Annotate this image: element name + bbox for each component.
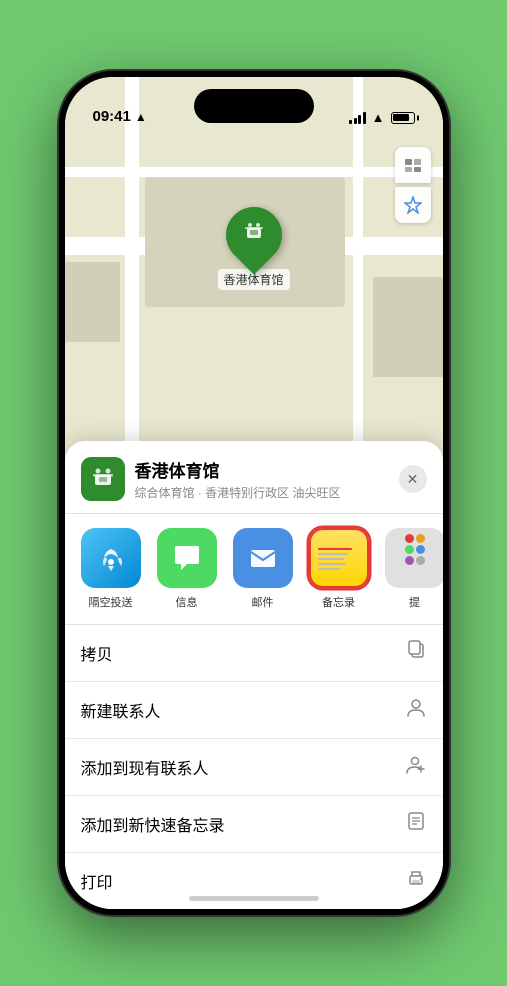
share-notes[interactable]: 备忘录: [309, 528, 369, 610]
venue-info: 香港体育馆 综合体育馆 · 香港特别行政区 油尖旺区: [135, 457, 399, 501]
person-icon: [405, 696, 427, 724]
map-block3: [373, 277, 443, 377]
location-pin: 香港体育馆: [217, 207, 289, 290]
more-icon: [385, 528, 443, 588]
close-button[interactable]: ✕: [399, 465, 427, 493]
action-add-notes-label: 添加到新快速备忘录: [81, 812, 225, 836]
action-print-label: 打印: [81, 869, 113, 893]
message-label: 信息: [176, 594, 198, 610]
airdrop-icon: [81, 528, 141, 588]
share-airdrop[interactable]: 隔空投送: [81, 528, 141, 610]
map-road-h2: [65, 167, 443, 177]
action-new-contact-label: 新建联系人: [81, 698, 161, 722]
more-label: 提: [409, 594, 420, 610]
location-indicator: ▲: [135, 110, 147, 124]
share-more[interactable]: 提: [385, 528, 443, 610]
signal-bars: [349, 112, 366, 124]
map-road-v2: [353, 77, 363, 497]
pin-inner: [239, 218, 267, 252]
wifi-icon: ▲: [372, 110, 385, 125]
notes-label: 备忘录: [322, 594, 355, 610]
venue-subtitle: 综合体育馆 · 香港特别行政区 油尖旺区: [135, 484, 399, 501]
map-area[interactable]: 南口: [65, 77, 443, 497]
person-add-icon: [405, 753, 427, 781]
venue-header: 香港体育馆 综合体育馆 · 香港特别行政区 油尖旺区 ✕: [65, 457, 443, 514]
home-indicator: [189, 896, 319, 901]
share-message[interactable]: 信息: [157, 528, 217, 610]
map-block2: [65, 262, 120, 342]
phone-screen: 09:41 ▲ ▲ 南口: [65, 77, 443, 909]
location-button[interactable]: [395, 187, 431, 223]
print-icon: [405, 867, 427, 895]
action-add-notes[interactable]: 添加到新快速备忘录: [65, 796, 443, 853]
message-icon: [157, 528, 217, 588]
action-add-existing-label: 添加到现有联系人: [81, 755, 209, 779]
map-road-v1: [125, 77, 139, 497]
copy-icon: [405, 639, 427, 667]
pin-circle: [214, 195, 293, 274]
venue-name: 香港体育馆: [135, 457, 399, 482]
status-time: 09:41: [93, 108, 131, 125]
share-row: 隔空投送 信息: [65, 514, 443, 625]
battery-icon: [391, 112, 415, 124]
action-new-contact[interactable]: 新建联系人: [65, 682, 443, 739]
airdrop-label: 隔空投送: [89, 594, 133, 610]
mail-label: 邮件: [252, 594, 274, 610]
mail-icon: [233, 528, 293, 588]
map-controls: [395, 147, 431, 223]
venue-icon: [81, 457, 125, 501]
action-list: 拷贝 新建联系人: [65, 625, 443, 909]
status-icons: ▲: [349, 110, 414, 125]
action-add-existing[interactable]: 添加到现有联系人: [65, 739, 443, 796]
note-icon: [405, 810, 427, 838]
dynamic-island: [194, 89, 314, 123]
share-mail[interactable]: 邮件: [233, 528, 293, 610]
action-copy-label: 拷贝: [81, 641, 113, 665]
bottom-sheet: 香港体育馆 综合体育馆 · 香港特别行政区 油尖旺区 ✕: [65, 441, 443, 909]
action-copy[interactable]: 拷贝: [65, 625, 443, 682]
notes-icon: [309, 528, 369, 588]
map-type-button[interactable]: [395, 147, 431, 183]
phone-frame: 09:41 ▲ ▲ 南口: [59, 71, 449, 915]
